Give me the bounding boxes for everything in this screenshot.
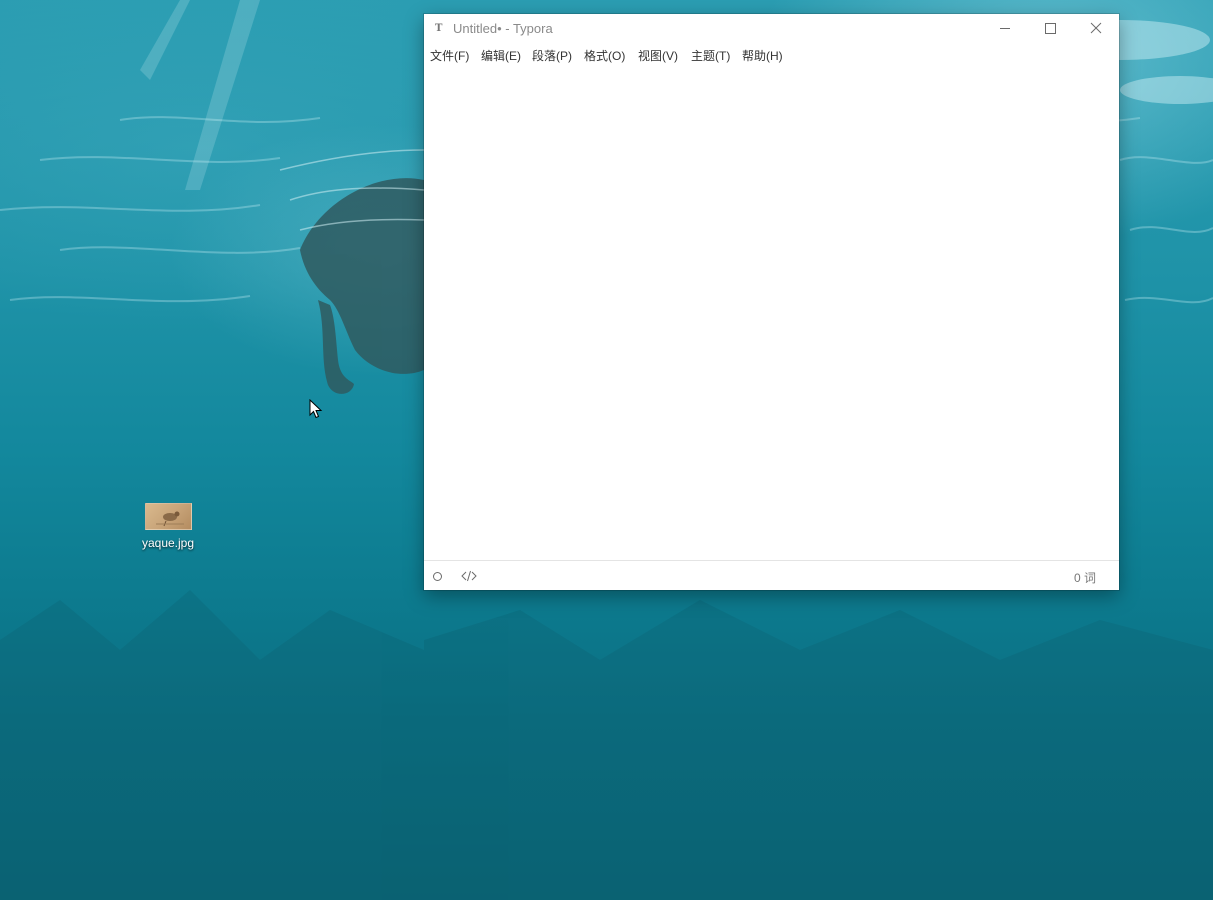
swimmer-figure — [279, 149, 425, 394]
typora-window: T Untitled• - Typora 文件(F) 编辑(E) 段落(P) 格… — [424, 14, 1119, 590]
minimize-button[interactable] — [982, 14, 1028, 44]
typora-app-icon: T — [435, 23, 443, 34]
menu-file[interactable]: 文件(F) — [430, 47, 469, 64]
menu-view[interactable]: 视图(V) — [638, 47, 678, 64]
menu-format[interactable]: 格式(O) — [584, 47, 625, 64]
image-file-thumbnail-icon — [144, 503, 192, 530]
menu-theme[interactable]: 主题(T) — [691, 47, 730, 64]
status-bar: 0 词 — [424, 560, 1119, 590]
menu-bar: 文件(F) 编辑(E) 段落(P) 格式(O) 视图(V) 主题(T) 帮助(H… — [424, 45, 1119, 65]
desktop: yaque.jpg T Untitled• - Typora 文件(F) 编辑(… — [0, 0, 1213, 900]
maximize-icon — [1045, 23, 1056, 34]
desktop-icon-label: yaque.jpg — [141, 536, 195, 550]
word-count[interactable]: 0 词 — [1074, 569, 1096, 586]
editor-area[interactable] — [424, 66, 1119, 560]
window-title: Untitled• - Typora — [453, 21, 553, 36]
menu-paragraph[interactable]: 段落(P) — [532, 47, 572, 64]
menu-edit[interactable]: 编辑(E) — [481, 47, 521, 64]
close-icon — [1090, 22, 1102, 34]
maximize-button[interactable] — [1027, 14, 1073, 44]
close-button[interactable] — [1073, 14, 1119, 44]
title-bar[interactable]: T Untitled• - Typora — [424, 14, 1119, 44]
circle-icon[interactable] — [433, 572, 442, 581]
minimize-icon — [1000, 28, 1010, 29]
source-code-toggle[interactable] — [461, 569, 477, 587]
arrow-cursor-icon — [309, 399, 323, 419]
code-icon — [461, 570, 477, 582]
menu-help[interactable]: 帮助(H) — [742, 47, 783, 64]
desktop-icon-yaque[interactable]: yaque.jpg — [136, 503, 200, 550]
